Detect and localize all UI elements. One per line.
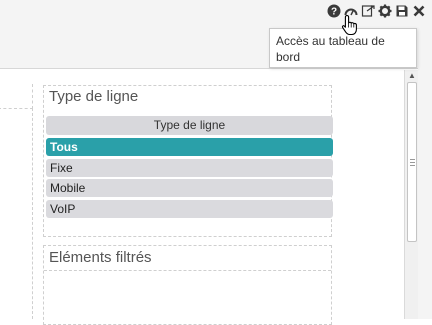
- option-tous[interactable]: Tous: [46, 138, 333, 156]
- settings-gear-icon[interactable]: [378, 4, 392, 18]
- export-icon[interactable]: [361, 4, 375, 18]
- left-panel: [0, 84, 33, 109]
- elements-panel-title: Eléments filtrés: [49, 249, 152, 266]
- close-icon[interactable]: [412, 4, 426, 18]
- filtered-elements-panel: Eléments filtrés: [43, 245, 332, 325]
- scrollbar-thumb[interactable]: [407, 82, 417, 242]
- filter-panel-title: Type de ligne: [49, 88, 139, 105]
- help-icon[interactable]: ?: [327, 4, 341, 18]
- left-panel-border: [32, 108, 33, 319]
- filter-list-header: Type de ligne: [46, 116, 333, 135]
- scroll-up-arrow-icon[interactable]: ▲: [406, 70, 418, 82]
- main-content: Type de ligne Type de ligne Tous Fixe Mo…: [0, 70, 404, 325]
- title-bar: ?: [0, 0, 432, 21]
- option-voip[interactable]: VoIP: [46, 200, 333, 218]
- line-type-filter-panel: Type de ligne Type de ligne Tous Fixe Mo…: [43, 85, 333, 237]
- vertical-scrollbar[interactable]: ▲: [404, 70, 419, 319]
- right-gutter: [418, 68, 432, 319]
- elements-panel-divider: [44, 270, 331, 271]
- option-fixe[interactable]: Fixe: [46, 159, 333, 177]
- hand-pointer-cursor-icon: [341, 14, 357, 36]
- scrollbar-grip-icon: [410, 159, 415, 168]
- svg-text:?: ?: [331, 7, 337, 18]
- option-mobile[interactable]: Mobile: [46, 179, 333, 197]
- save-icon[interactable]: [395, 4, 409, 18]
